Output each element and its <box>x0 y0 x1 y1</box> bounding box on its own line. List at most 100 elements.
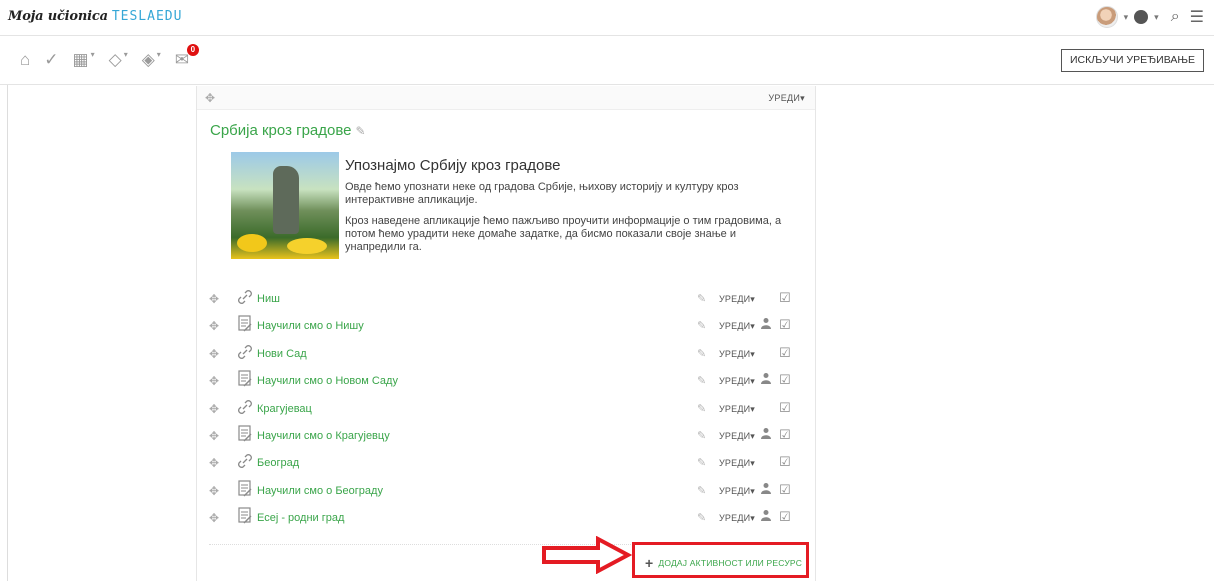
completion-checkbox[interactable]: ☑ <box>779 317 791 333</box>
activity-link[interactable]: Нови Сад <box>257 348 307 360</box>
summary-paragraph: Кроз наведене апликације ћемо пажљиво пр… <box>345 215 782 253</box>
assignment-icon <box>235 479 255 505</box>
activity-link[interactable]: Београд <box>257 457 299 469</box>
activity-edit-menu[interactable]: УРЕДИ▾ <box>719 486 755 497</box>
activity-row: ✥ Есеј - родни град ✎ УРЕДИ▾ ☑ <box>209 506 809 533</box>
move-icon[interactable]: ✥ <box>209 347 219 361</box>
completion-checkbox[interactable]: ☑ <box>779 372 791 388</box>
avatar[interactable] <box>1095 6 1118 28</box>
move-icon[interactable]: ✥ <box>209 484 219 498</box>
move-icon[interactable]: ✥ <box>209 374 219 388</box>
user-icon[interactable] <box>760 427 772 442</box>
section-edit-menu[interactable]: УРЕДИ▾ <box>768 93 805 104</box>
section-header: ✥ УРЕДИ▾ <box>197 86 815 110</box>
activity-link[interactable]: Научили смо о Београду <box>257 485 383 497</box>
move-icon[interactable]: ✥ <box>209 402 219 416</box>
pencil-icon[interactable]: ✎ <box>697 292 706 305</box>
completion-checkbox[interactable]: ☑ <box>779 345 791 361</box>
activity-edit-menu[interactable]: УРЕДИ▾ <box>719 431 755 442</box>
activity-row: ✥ Научили смо о Крагујевцу ✎ УРЕДИ▾ ☑ <box>209 424 809 451</box>
pencil-icon[interactable]: ✎ <box>356 124 366 138</box>
move-icon[interactable]: ✥ <box>209 456 219 470</box>
graduation-cap-settings-icon[interactable]: ◈ ▾ <box>142 50 161 70</box>
search-icon[interactable]: ⌕ <box>1171 8 1180 26</box>
activity-list: ✥ Ниш ✎ УРЕДИ▾ ☑ ✥ Научили смо о Нишу ✎ УРЕДИ▾ ☑ ✥… <box>209 287 809 534</box>
completion-checkbox[interactable]: ☑ <box>779 509 791 525</box>
activity-edit-menu[interactable]: УРЕДИ▾ <box>719 321 755 332</box>
link-icon <box>235 451 255 477</box>
user-tools: ▾ ▾ ⌕ ☰ <box>1095 6 1204 28</box>
activity-edit-menu[interactable]: УРЕДИ▾ <box>719 376 755 387</box>
summary-text: Упознајмо Србију кроз градове Овде ћемо … <box>345 157 795 262</box>
assignment-icon <box>235 506 255 532</box>
activity-row: ✥ Научили смо о Нишу ✎ УРЕДИ▾ ☑ <box>209 314 809 341</box>
plus-icon: + <box>645 555 654 571</box>
pencil-icon[interactable]: ✎ <box>697 319 706 332</box>
chevron-down-icon[interactable]: ▾ <box>1154 12 1159 23</box>
activity-link[interactable]: Научили смо о Крагујевцу <box>257 430 390 442</box>
completion-checkbox[interactable]: ☑ <box>779 454 791 470</box>
activity-row: ✥ Ниш ✎ УРЕДИ▾ ☑ <box>209 287 809 314</box>
pencil-icon[interactable]: ✎ <box>697 347 706 360</box>
completion-checkbox[interactable]: ☑ <box>779 482 791 498</box>
left-border <box>7 85 8 581</box>
globe-icon[interactable] <box>1134 10 1149 24</box>
pencil-icon[interactable]: ✎ <box>697 402 706 415</box>
completion-checkbox[interactable]: ☑ <box>779 290 791 306</box>
activity-edit-menu[interactable]: УРЕДИ▾ <box>719 513 755 524</box>
activity-row: ✥ Нови Сад ✎ УРЕДИ▾ ☑ <box>209 342 809 369</box>
course-section: ✥ УРЕДИ▾ Србија кроз градове ✎ Упознајмо … <box>196 86 816 581</box>
activity-link[interactable]: Научили смо о Нишу <box>257 320 364 332</box>
activity-row: ✥ Крагујевац ✎ УРЕДИ▾ ☑ <box>209 397 809 424</box>
site-logo[interactable]: Moja učionica TESLAEDU <box>8 9 182 24</box>
activity-link[interactable]: Есеј - родни град <box>257 512 344 524</box>
activity-link[interactable]: Ниш <box>257 293 280 305</box>
move-icon[interactable]: ✥ <box>205 91 215 105</box>
link-icon <box>235 397 255 423</box>
move-icon[interactable]: ✥ <box>209 292 219 306</box>
user-icon[interactable] <box>760 509 772 524</box>
assignment-icon <box>235 314 255 340</box>
user-icon[interactable] <box>760 372 772 387</box>
home-icon[interactable]: ⌂ <box>20 50 30 70</box>
user-icon[interactable] <box>760 317 772 332</box>
hamburger-icon[interactable]: ☰ <box>1190 7 1204 27</box>
assignment-icon <box>235 369 255 395</box>
top-navbar: Moja učionica TESLAEDU ▾ ▾ ⌕ ☰ <box>0 0 1214 36</box>
pencil-icon[interactable]: ✎ <box>697 484 706 497</box>
chevron-down-icon[interactable]: ▾ <box>1124 12 1129 23</box>
user-icon[interactable] <box>760 482 772 497</box>
graduation-cap-icon[interactable]: ◇ ▾ <box>109 50 128 70</box>
section-title[interactable]: Србија кроз градове ✎ <box>210 122 366 139</box>
toolbar-icons: ⌂ ✓ ▦ ▾ ◇ ▾ ◈ ▾ ✉ 0 <box>20 44 199 70</box>
summary-paragraph: Овде ћемо упознати неке од градова Србиј… <box>345 181 739 206</box>
activity-row: ✥ Београд ✎ УРЕДИ▾ ☑ <box>209 451 809 478</box>
calendar-icon[interactable]: ▦ ▾ <box>73 50 95 70</box>
pencil-icon[interactable]: ✎ <box>697 456 706 469</box>
course-toolbar: ⌂ ✓ ▦ ▾ ◇ ▾ ◈ ▾ ✉ 0 ИСКЉУЧИ УРЕЂИВАЊЕ <box>0 37 1214 85</box>
activity-edit-menu[interactable]: УРЕДИ▾ <box>719 458 755 469</box>
summary-image <box>231 152 339 259</box>
activity-edit-menu[interactable]: УРЕДИ▾ <box>719 349 755 360</box>
pencil-icon[interactable]: ✎ <box>697 374 706 387</box>
section-title-text: Србија кроз градове <box>210 122 352 139</box>
move-icon[interactable]: ✥ <box>209 429 219 443</box>
messages-icon[interactable]: ✉ 0 <box>175 44 199 70</box>
add-activity-button[interactable]: + ДОДАЈ АКТИВНОСТ ИЛИ РЕСУРС <box>645 555 802 571</box>
move-icon[interactable]: ✥ <box>209 319 219 333</box>
activity-link[interactable]: Крагујевац <box>257 403 312 415</box>
activity-row: ✥ Научили смо о Новом Саду ✎ УРЕДИ▾ ☑ <box>209 369 809 396</box>
checkmark-icon[interactable]: ✓ <box>44 50 58 70</box>
link-icon <box>235 342 255 368</box>
turn-editing-off-button[interactable]: ИСКЉУЧИ УРЕЂИВАЊЕ <box>1060 49 1204 72</box>
completion-checkbox[interactable]: ☑ <box>779 400 791 416</box>
activity-edit-menu[interactable]: УРЕДИ▾ <box>719 404 755 415</box>
activity-edit-menu[interactable]: УРЕДИ▾ <box>719 294 755 305</box>
move-icon[interactable]: ✥ <box>209 511 219 525</box>
summary-heading: Упознајмо Србију кроз градове <box>345 157 561 174</box>
pencil-icon[interactable]: ✎ <box>697 511 706 524</box>
completion-checkbox[interactable]: ☑ <box>779 427 791 443</box>
pencil-icon[interactable]: ✎ <box>697 429 706 442</box>
activity-link[interactable]: Научили смо о Новом Саду <box>257 375 398 387</box>
assignment-icon <box>235 424 255 450</box>
